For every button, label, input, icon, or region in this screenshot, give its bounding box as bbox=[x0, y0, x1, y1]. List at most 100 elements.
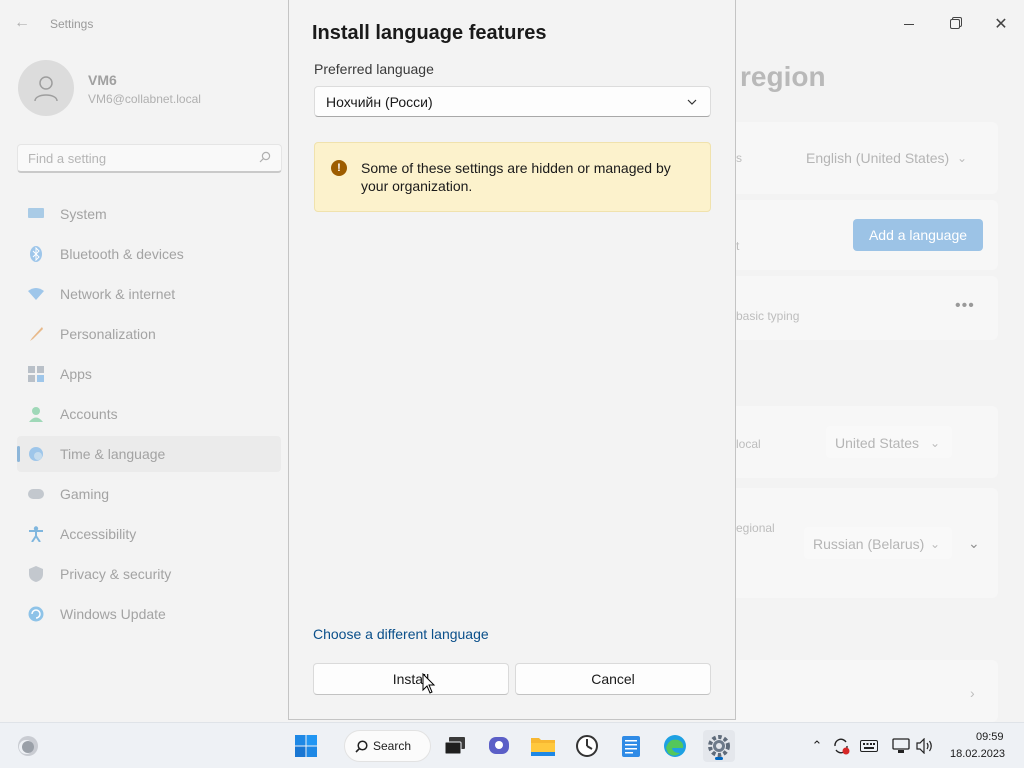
task-view-icon bbox=[444, 737, 465, 755]
accessibility-icon bbox=[28, 526, 44, 542]
active-indicator bbox=[17, 446, 20, 462]
chat-button[interactable] bbox=[483, 730, 515, 762]
notepad-button[interactable] bbox=[615, 730, 647, 762]
window-title: Settings bbox=[50, 17, 94, 31]
minimize-button[interactable] bbox=[886, 8, 932, 40]
page-title: region bbox=[740, 61, 826, 92]
sidebar-item-gaming[interactable]: Gaming bbox=[17, 476, 281, 512]
sidebar-item-label: Gaming bbox=[60, 486, 110, 502]
row-label-fragment: local bbox=[736, 437, 761, 451]
chevron-down-icon bbox=[687, 99, 697, 105]
close-button[interactable]: ✕ bbox=[978, 8, 1024, 40]
warning-icon: ! bbox=[331, 160, 347, 176]
task-view-button[interactable] bbox=[439, 730, 471, 762]
sidebar-item-label: Apps bbox=[60, 366, 92, 382]
restore-icon bbox=[950, 19, 960, 29]
user-email: VM6@collabnet.local bbox=[88, 92, 201, 106]
sidebar-item-label: Windows Update bbox=[60, 606, 166, 622]
display-language-value[interactable]: English (United States) bbox=[806, 150, 949, 166]
gamepad-icon bbox=[28, 486, 44, 502]
avatar[interactable] bbox=[18, 60, 74, 116]
network-icon[interactable] bbox=[892, 737, 910, 755]
edge-button[interactable] bbox=[659, 730, 691, 762]
search-icon bbox=[355, 740, 368, 753]
bluetooth-icon bbox=[28, 246, 44, 262]
sidebar-item-personalization[interactable]: Personalization bbox=[17, 316, 281, 352]
sidebar-item-windows-update[interactable]: Windows Update bbox=[17, 596, 281, 632]
clock-time[interactable]: 09:59 bbox=[976, 731, 1004, 743]
close-icon: ✕ bbox=[994, 16, 1008, 33]
clock-app-button[interactable] bbox=[571, 730, 603, 762]
preferred-language-label: Preferred language bbox=[314, 61, 434, 77]
start-icon bbox=[295, 735, 317, 757]
show-hidden-icons-chevron-icon[interactable]: ⌃ bbox=[808, 737, 826, 755]
notice-text: Some of these settings are hidden or man… bbox=[361, 160, 671, 194]
sidebar-item-privacy[interactable]: Privacy & security bbox=[17, 556, 281, 592]
volume-icon[interactable] bbox=[916, 737, 934, 755]
update-icon bbox=[28, 606, 44, 622]
taskbar: Search ⌃ 09:59 18.02.2023 bbox=[0, 722, 1024, 768]
clock-app-icon bbox=[576, 735, 598, 757]
row-label-fragment: s bbox=[736, 151, 742, 165]
install-language-dialog: Install language features Preferred lang… bbox=[288, 0, 736, 720]
edge-icon bbox=[664, 735, 686, 757]
sidebar-item-system[interactable]: System bbox=[17, 196, 281, 232]
sidebar-item-apps[interactable]: Apps bbox=[17, 356, 281, 392]
chevron-down-icon: ⌄ bbox=[930, 436, 941, 450]
sidebar-item-bluetooth[interactable]: Bluetooth & devices bbox=[17, 236, 281, 272]
dialog-title: Install language features bbox=[312, 22, 547, 44]
cancel-button[interactable]: Cancel bbox=[515, 663, 711, 695]
clock-date[interactable]: 18.02.2023 bbox=[950, 748, 1005, 760]
apps-icon bbox=[28, 366, 44, 382]
chevron-right-icon: › bbox=[970, 685, 975, 701]
file-explorer-button[interactable] bbox=[527, 730, 559, 762]
chevron-down-icon: ⌄ bbox=[957, 151, 968, 165]
install-button[interactable]: Install bbox=[313, 663, 509, 695]
more-options-button[interactable]: ••• bbox=[955, 297, 975, 315]
back-arrow-icon[interactable]: ← bbox=[14, 14, 30, 32]
sidebar-item-accounts[interactable]: Accounts bbox=[17, 396, 281, 432]
row-label-fragment: t bbox=[736, 239, 740, 253]
settings-taskbar-button[interactable] bbox=[703, 730, 735, 762]
person-icon bbox=[28, 406, 44, 422]
related-settings-card[interactable] bbox=[716, 660, 998, 722]
add-language-button[interactable]: Add a language bbox=[853, 219, 983, 251]
widgets-icon[interactable] bbox=[16, 734, 40, 758]
minimize-icon bbox=[904, 23, 914, 25]
sidebar-item-label: Accessibility bbox=[60, 526, 137, 542]
find-setting-input[interactable]: Find a setting bbox=[17, 144, 282, 173]
row-label-fragment: basic typing bbox=[736, 309, 800, 323]
maximize-button[interactable] bbox=[932, 8, 978, 40]
sidebar-item-label: Time & language bbox=[60, 446, 166, 462]
person-avatar-icon bbox=[34, 76, 58, 102]
globe-clock-icon bbox=[28, 446, 44, 462]
file-explorer-icon bbox=[531, 738, 555, 756]
regional-format-value: Russian (Belarus) bbox=[813, 536, 925, 552]
preferred-language-dropdown[interactable]: Нохчийн (Росси) bbox=[314, 86, 711, 117]
sidebar-item-label: Personalization bbox=[60, 326, 156, 342]
start-button[interactable] bbox=[290, 730, 322, 762]
wifi-icon bbox=[28, 286, 44, 302]
preferred-language-value: Нохчийн (Росси) bbox=[326, 94, 433, 110]
row-label-fragment: egional bbox=[736, 521, 775, 535]
taskbar-search-label: Search bbox=[373, 739, 412, 753]
search-icon bbox=[259, 151, 271, 163]
choose-different-language-link[interactable]: Choose a different language bbox=[313, 626, 489, 642]
taskbar-search-button[interactable]: Search bbox=[344, 730, 431, 762]
sync-alert-icon[interactable] bbox=[832, 737, 850, 755]
country-value: United States bbox=[835, 435, 920, 451]
sidebar-item-label: Bluetooth & devices bbox=[60, 246, 184, 262]
sidebar-item-label: Network & internet bbox=[60, 286, 176, 302]
sidebar-item-time-language[interactable]: Time & language bbox=[17, 436, 281, 472]
expand-chevron-icon[interactable]: ⌄ bbox=[968, 535, 980, 552]
settings-icon bbox=[708, 735, 730, 757]
shield-icon bbox=[28, 566, 44, 582]
managed-settings-notice: ! Some of these settings are hidden or m… bbox=[314, 142, 711, 212]
search-placeholder: Find a setting bbox=[28, 151, 107, 166]
sidebar-item-accessibility[interactable]: Accessibility bbox=[17, 516, 281, 552]
sidebar-item-label: System bbox=[60, 206, 107, 222]
sidebar-item-network[interactable]: Network & internet bbox=[17, 276, 281, 312]
mouse-cursor-icon bbox=[422, 673, 436, 694]
keyboard-icon[interactable] bbox=[860, 737, 878, 755]
sidebar-item-label: Accounts bbox=[60, 406, 118, 422]
